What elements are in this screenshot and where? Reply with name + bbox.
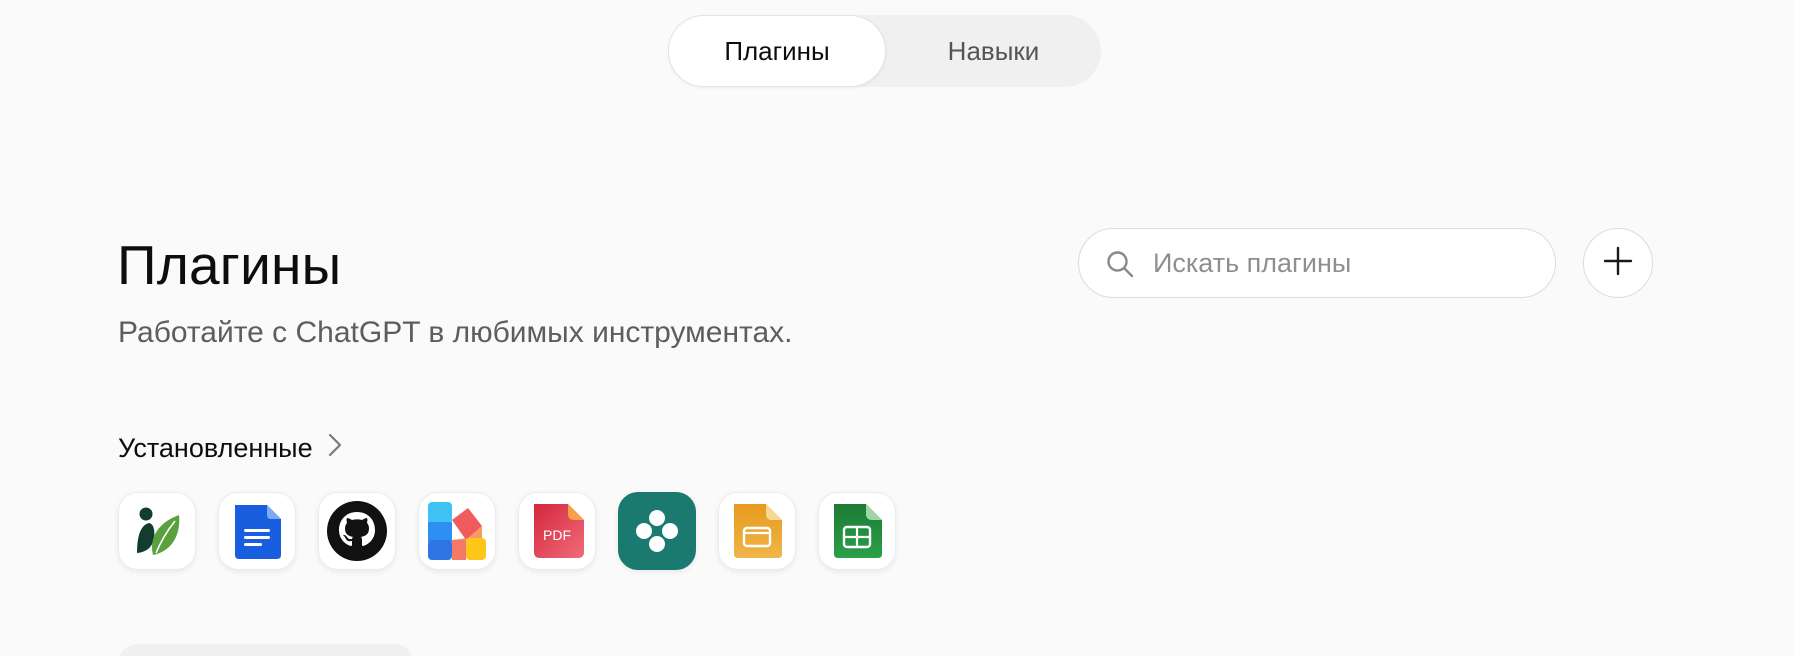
pdf-icon: PDF [526, 500, 588, 562]
chevron-right-icon [327, 432, 343, 465]
page-subtitle: Работайте с ChatGPT в любимых инструмент… [118, 316, 793, 349]
installed-section-link[interactable]: Установленные [118, 429, 343, 467]
app-google-docs[interactable] [218, 492, 296, 570]
app-slides[interactable] [718, 492, 796, 570]
tab-skills[interactable]: Навыки [886, 15, 1101, 87]
github-icon [326, 500, 388, 562]
plugins-page: Плагины Навыки Плагины Работайте с ChatG… [0, 0, 1794, 656]
leaf-person-icon [127, 501, 187, 561]
search-input[interactable] [1153, 229, 1533, 297]
app-github[interactable] [318, 492, 396, 570]
search-icon [1105, 249, 1135, 279]
app-plant[interactable] [118, 492, 196, 570]
app-colorful[interactable] [418, 492, 496, 570]
shapes-icon [424, 498, 490, 564]
partial-bottom-pill[interactable] [118, 644, 414, 656]
page-title: Плагины [117, 234, 342, 296]
sheets-icon [828, 500, 886, 562]
app-pdf[interactable]: PDF [518, 492, 596, 570]
installed-label: Установленные [118, 432, 313, 463]
app-teal[interactable] [618, 492, 696, 570]
pdf-label: PDF [543, 527, 571, 543]
app-sheets[interactable] [818, 492, 896, 570]
tab-plugins[interactable]: Плагины [668, 15, 886, 87]
search-box [1078, 228, 1556, 298]
tab-switcher: Плагины Навыки [668, 15, 1101, 87]
flower-icon [632, 506, 682, 556]
add-plugin-button[interactable] [1583, 228, 1653, 298]
docs-icon [229, 501, 285, 561]
plus-icon [1602, 245, 1634, 282]
slides-icon [728, 500, 786, 562]
